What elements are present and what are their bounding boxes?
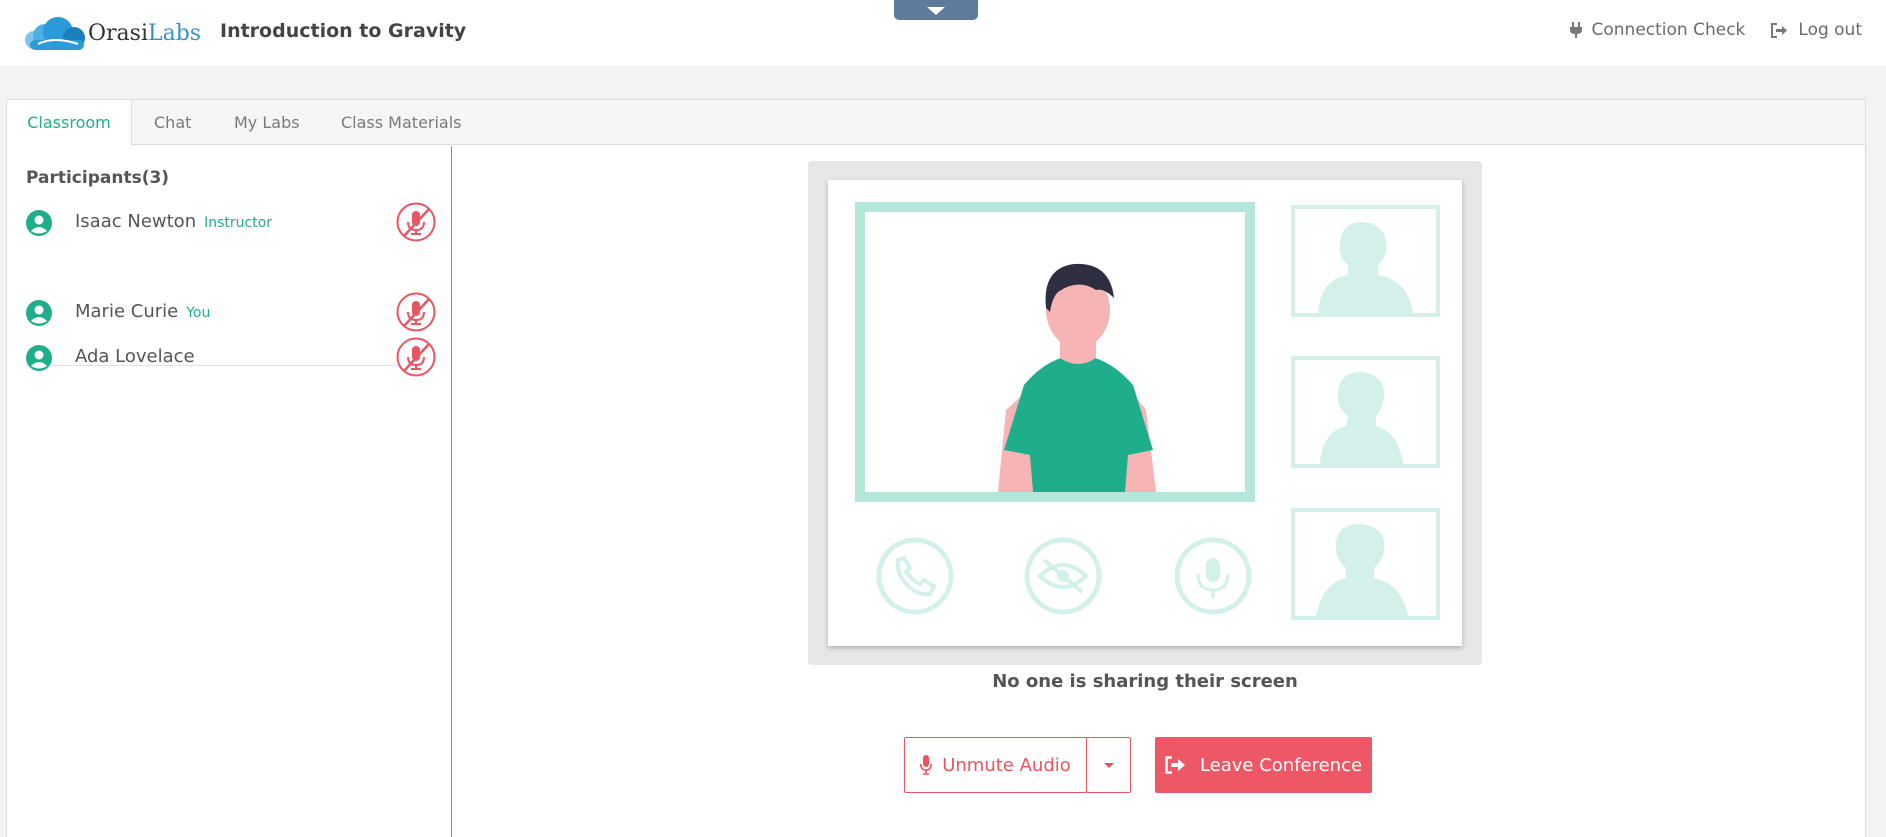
orasilabs-logo[interactable]: OrasiLabs: [24, 14, 201, 52]
mic-muted-icon[interactable]: [396, 202, 436, 242]
participant-name: Isaac Newton Instructor: [75, 211, 273, 232]
user-circle-icon: [26, 210, 52, 236]
screen-share-area: No one is sharing their screen Unmute Au…: [453, 146, 1865, 837]
course-title: Introduction to Gravity: [220, 20, 467, 42]
participant-role: You: [186, 305, 211, 321]
cloud-logo-icon: [25, 17, 85, 50]
leave-conference-button[interactable]: Leave Conference: [1155, 737, 1372, 793]
classroom-panel: Classroom Chat My Labs Class Materials P…: [6, 99, 1866, 837]
participant-row: Isaac Newton Instructor: [26, 202, 436, 242]
participant-name: Ada Lovelace: [75, 346, 195, 367]
mic-muted-icon[interactable]: [396, 292, 436, 332]
empty-state-illustration-frame: [808, 161, 1482, 665]
collapse-toggle-button[interactable]: [894, 0, 978, 20]
phone-icon: [876, 537, 954, 615]
participants-title: Participants(3): [26, 168, 170, 188]
plug-icon: [1569, 22, 1582, 38]
participant-row: Marie Curie You: [26, 292, 436, 332]
tab-class-materials[interactable]: Class Materials: [341, 100, 462, 145]
unmute-audio-button[interactable]: Unmute Audio: [904, 737, 1087, 793]
log-out-link[interactable]: Log out: [1771, 20, 1862, 40]
participant-role: Instructor: [204, 215, 273, 231]
top-header: OrasiLabs Introduction to Gravity Connec…: [0, 0, 1886, 65]
sign-out-icon: [1771, 22, 1788, 38]
tab-my-labs[interactable]: My Labs: [234, 100, 300, 145]
mic-muted-icon[interactable]: [396, 337, 436, 377]
empty-state-illustration: [828, 180, 1462, 646]
user-circle-icon: [26, 345, 52, 371]
logo-text: OrasiLabs: [88, 20, 202, 46]
user-circle-icon: [26, 300, 52, 326]
leave-conference-label: Leave Conference: [1199, 754, 1363, 776]
connection-check-label: Connection Check: [1591, 20, 1746, 40]
tab-classroom[interactable]: Classroom: [7, 100, 132, 146]
unmute-audio-label: Unmute Audio: [942, 754, 1071, 776]
video-call-illustration: [855, 202, 1440, 620]
tab-bar: Classroom Chat My Labs Class Materials: [7, 100, 1865, 146]
eye-slash-icon: [1024, 537, 1102, 615]
connection-check-link[interactable]: Connection Check: [1569, 20, 1746, 40]
caret-down-icon: [927, 6, 945, 15]
sign-out-icon: [1165, 756, 1185, 774]
participant-row: Ada Lovelace: [26, 337, 436, 377]
participants-sidebar: Participants(3) Isaac NewtonInstructor: [7, 146, 452, 837]
microphone-icon: [920, 755, 933, 775]
log-out-label: Log out: [1798, 20, 1862, 40]
caret-down-icon: [1103, 762, 1114, 768]
no-screen-share-message: No one is sharing their screen: [992, 671, 1298, 692]
tab-chat[interactable]: Chat: [154, 100, 191, 145]
participant-name: Marie Curie You: [75, 301, 211, 322]
microphone-icon: [1174, 537, 1252, 615]
audio-options-dropdown[interactable]: [1086, 737, 1131, 793]
